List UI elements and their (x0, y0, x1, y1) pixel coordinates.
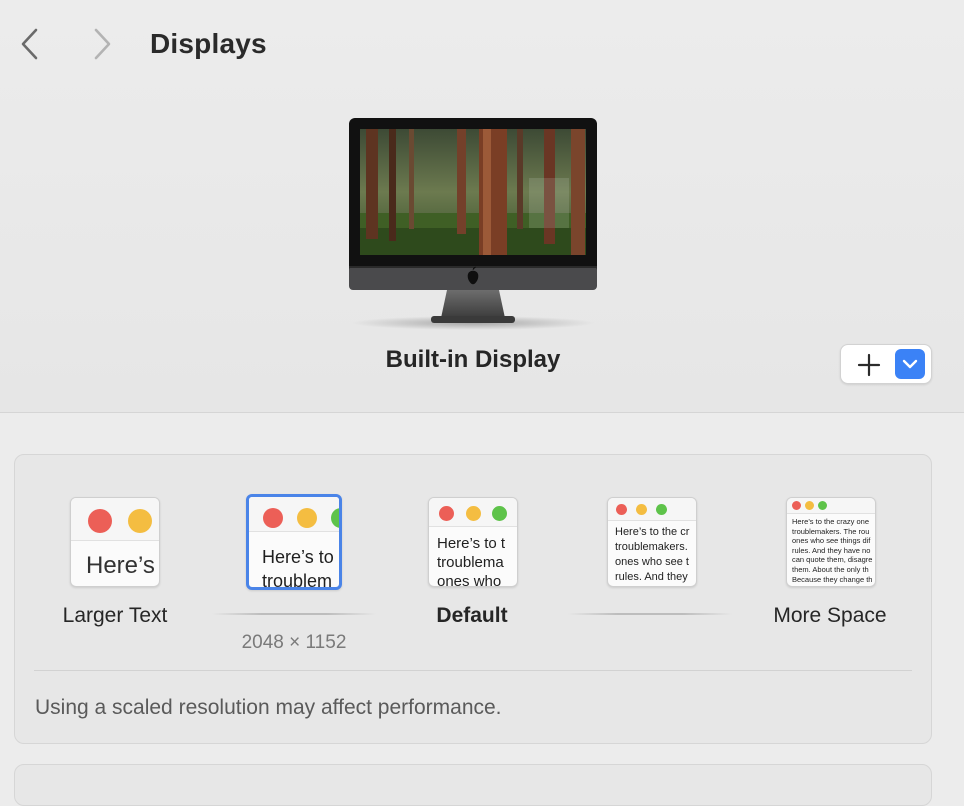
chevron-left-icon (21, 28, 38, 60)
forward-button[interactable] (84, 26, 120, 62)
option-label-more-space: More Space (773, 604, 887, 627)
minimize-dot-icon (466, 506, 481, 521)
current-resolution: 2048 × 1152 (241, 632, 347, 653)
zoom-dot-icon (818, 501, 827, 510)
page-title: Displays (150, 28, 267, 59)
performance-note: Using a scaled resolution may affect per… (35, 696, 502, 719)
preview-text: Here’s to the crazy one troublemakers. T… (792, 517, 873, 584)
resolution-option-default[interactable]: Here’s to t troublema ones who (428, 497, 518, 587)
preview-text: Here’s (86, 552, 155, 579)
display-preview[interactable] (349, 118, 597, 332)
resolution-track-left (212, 613, 376, 615)
resolution-option-4[interactable]: Here’s to the cr troublemakers. ones who… (607, 497, 697, 587)
imac-display-icon (349, 118, 597, 330)
minimize-dot-icon (128, 509, 152, 533)
next-settings-panel (14, 764, 932, 806)
minimize-dot-icon (805, 501, 814, 510)
resolution-option-larger-text[interactable]: Here’s (70, 497, 160, 587)
zoom-dot-icon (656, 504, 667, 515)
minimize-dot-icon (636, 504, 647, 515)
panel-divider (34, 670, 912, 671)
preview-text: Here’s to troublem (262, 547, 334, 590)
chevron-down-icon (902, 359, 918, 369)
preview-text: Here’s to t troublema ones who (437, 535, 506, 587)
display-name: Built-in Display (385, 346, 561, 373)
resolution-option-more-space[interactable]: Here’s to the crazy one troublemakers. T… (786, 497, 876, 587)
add-display-button[interactable] (857, 353, 881, 377)
option-label-larger-text: Larger Text (62, 604, 168, 627)
close-dot-icon (88, 509, 112, 533)
resolution-option-2[interactable]: Here’s to troublem (246, 494, 342, 590)
chevron-right-icon (94, 28, 111, 60)
close-dot-icon (439, 506, 454, 521)
resolution-track-right (568, 613, 732, 615)
preview-text: Here’s to the cr troublemakers. ones who… (615, 526, 690, 583)
close-dot-icon (263, 508, 283, 528)
add-display-menu-button[interactable] (895, 349, 925, 379)
zoom-dot-icon (492, 506, 507, 521)
add-display-control (840, 344, 932, 384)
close-dot-icon (616, 504, 627, 515)
option-label-default: Default (436, 604, 508, 627)
plus-icon (857, 353, 881, 377)
back-button[interactable] (12, 26, 48, 62)
minimize-dot-icon (297, 508, 317, 528)
close-dot-icon (792, 501, 801, 510)
